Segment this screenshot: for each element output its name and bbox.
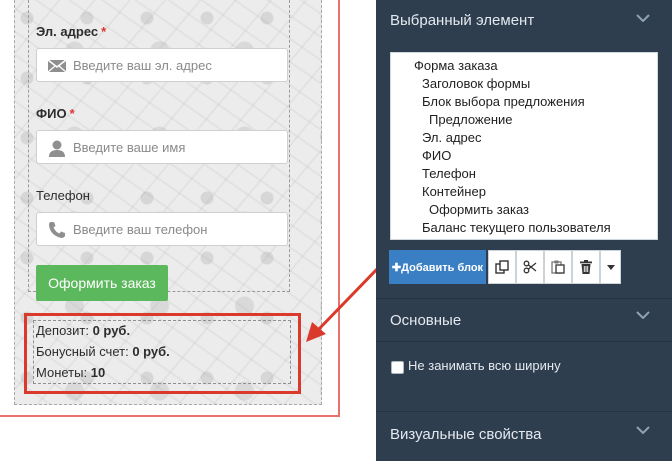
chevron-down-icon[interactable] — [636, 311, 650, 319]
tree-item[interactable]: Заголовок формы — [422, 76, 530, 91]
chevron-down-icon[interactable] — [636, 14, 650, 22]
section-divider — [376, 341, 672, 342]
scissors-icon — [523, 260, 537, 274]
element-tree[interactable]: Форма заказа Заголовок формы Блок выбора… — [390, 52, 658, 240]
paste-icon — [551, 260, 565, 274]
tree-item[interactable]: Оформить заказ — [429, 202, 529, 217]
add-block-button[interactable]: ✚Добавить блок — [389, 250, 486, 284]
visual-section-header[interactable]: Визуальные свойства — [376, 412, 672, 454]
paste-button[interactable] — [544, 250, 572, 284]
tree-item[interactable]: Предложение — [429, 112, 513, 127]
copy-button[interactable] — [488, 250, 516, 284]
more-actions-button[interactable] — [600, 250, 621, 284]
selected-element-title: Выбранный элемент — [390, 12, 535, 29]
full-width-label: Не занимать всю ширину — [408, 358, 561, 373]
visual-section-title: Визуальные свойства — [390, 426, 542, 443]
delete-button[interactable] — [572, 250, 600, 284]
tree-item[interactable]: ФИО — [422, 148, 451, 163]
cut-button[interactable] — [516, 250, 544, 284]
full-width-checkbox[interactable] — [391, 361, 404, 374]
caret-down-icon — [606, 264, 615, 270]
tree-item[interactable]: Эл. адрес — [422, 130, 482, 145]
trash-icon — [580, 260, 592, 274]
chevron-down-icon[interactable] — [636, 426, 650, 434]
properties-panel: Выбранный элемент Форма заказа Заголовок… — [376, 0, 672, 461]
tree-item[interactable]: Блок выбора предложения — [422, 94, 585, 109]
tree-item[interactable]: Телефон — [422, 166, 476, 181]
tree-item[interactable]: Форма заказа — [414, 58, 498, 73]
selected-element-section-header[interactable]: Выбранный элемент — [376, 0, 672, 42]
basic-section-title: Основные — [390, 312, 462, 329]
tree-item[interactable]: Контейнер — [422, 184, 486, 199]
copy-icon — [495, 260, 509, 274]
tree-item-selected[interactable]: Баланс текущего пользователя — [422, 220, 611, 235]
basic-section-header[interactable]: Основные — [376, 299, 672, 341]
